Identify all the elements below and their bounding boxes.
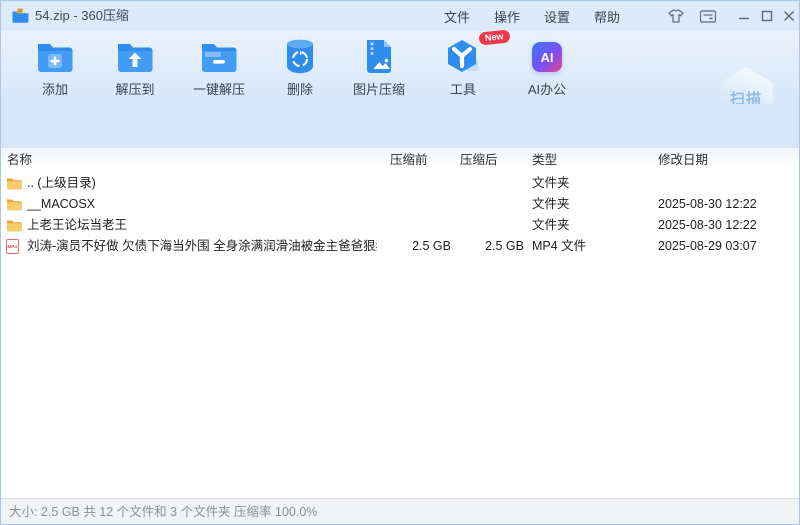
- close-icon: [784, 11, 794, 21]
- new-badge: New: [478, 29, 511, 46]
- modified-date: 2025-08-29 03:07: [658, 239, 757, 253]
- feedback-icon: [699, 9, 717, 23]
- ai-office-button[interactable]: AI AI办公: [513, 35, 581, 99]
- file-list: .. (上级目录) 文件夹 __MACOSX 文件夹 2025-08-30 12…: [1, 173, 799, 498]
- one-click-extract-button[interactable]: 一键解压: [181, 35, 257, 99]
- column-type[interactable]: 类型: [532, 148, 557, 173]
- unpacked-size: [452, 215, 524, 236]
- menu-help[interactable]: 帮助: [594, 7, 620, 26]
- folder-minus-icon: [199, 35, 239, 79]
- statusbar: 大小: 2.5 GB 共 12 个文件和 3 个文件夹 压缩率 100.0%: [1, 498, 799, 524]
- menu-action[interactable]: 操作: [494, 7, 520, 26]
- window-title: 54.zip - 360压缩: [35, 8, 129, 23]
- file-type: MP4 文件: [532, 239, 587, 253]
- file-name: .. (上级目录): [27, 176, 96, 190]
- file-name: 刘涛-演员不好做 欠债下海当外围 全身涂满润滑油被金主爸爸狠狠疼...: [27, 239, 377, 253]
- menu-settings[interactable]: 设置: [544, 7, 570, 26]
- menu-file[interactable]: 文件: [444, 7, 470, 26]
- column-packed-size[interactable]: 压缩前: [390, 148, 428, 173]
- file-type: 文件夹: [532, 218, 570, 232]
- feedback-button[interactable]: [697, 7, 719, 25]
- status-summary: 大小: 2.5 GB 共 12 个文件和 3 个文件夹 压缩率 100.0%: [9, 505, 318, 519]
- table-row-parent-dir[interactable]: .. (上级目录) 文件夹: [1, 173, 799, 194]
- folder-icon: [6, 194, 23, 215]
- mp4-file-icon: MP4: [6, 236, 23, 257]
- modified-date: 2025-08-30 12:22: [658, 218, 757, 232]
- table-row-folder[interactable]: 上老王论坛当老王 文件夹 2025-08-30 12:22: [1, 215, 799, 236]
- folder-icon: [6, 173, 23, 194]
- ai-office-label: AI办公: [527, 82, 567, 97]
- folder-plus-icon: [35, 35, 75, 79]
- ai-icon-label: AI: [540, 49, 554, 65]
- maximize-icon: [761, 10, 773, 22]
- add-button[interactable]: 添加: [23, 35, 87, 99]
- shirt-icon: [668, 9, 684, 23]
- titlebar: 54.zip - 360压缩 文件 操作 设置 帮助: [1, 1, 799, 31]
- theme-skin-button[interactable]: [665, 7, 687, 25]
- file-type: 文件夹: [532, 176, 570, 190]
- file-type: 文件夹: [532, 197, 570, 211]
- delete-label: 删除: [286, 82, 313, 97]
- packed-size: [381, 194, 451, 215]
- column-name[interactable]: 名称: [7, 148, 32, 173]
- tools-hexagon-icon: New: [443, 29, 511, 79]
- column-unpacked-size[interactable]: 压缩后: [460, 148, 498, 173]
- toolbar: 添加 解压到 一键解压 删除 图片压缩 New 工具 AI AI办公 扫描: [1, 29, 799, 129]
- app-window: 54.zip - 360压缩 文件 操作 设置 帮助 添加 解压到 一键解压 删…: [0, 0, 800, 525]
- unpacked-size: [452, 194, 524, 215]
- address-row: 54.zip - 解包大小为 2.5 GB V: [1, 104, 799, 243]
- packed-size: 2.5 GB: [412, 239, 451, 253]
- column-modified-date[interactable]: 修改日期: [658, 148, 708, 173]
- close-button[interactable]: [778, 7, 799, 25]
- maximize-button[interactable]: [756, 7, 778, 25]
- folder-icon: [6, 215, 23, 236]
- table-row-macosx[interactable]: __MACOSX 文件夹 2025-08-30 12:22: [1, 194, 799, 215]
- unpacked-size: [452, 173, 524, 194]
- minimize-icon: [739, 17, 749, 20]
- table-header: 名称 压缩前 压缩后 类型 修改日期: [1, 148, 799, 173]
- delete-button[interactable]: 删除: [269, 35, 331, 99]
- packed-size: [381, 173, 451, 194]
- file-name: __MACOSX: [27, 197, 96, 211]
- image-compress-label: 图片压缩: [352, 82, 405, 97]
- add-label: 添加: [41, 82, 68, 97]
- extract-to-label: 解压到: [115, 82, 155, 97]
- file-name: 上老王论坛当老王: [27, 218, 128, 232]
- unpacked-size: 2.5 GB: [485, 239, 524, 253]
- extract-to-button[interactable]: 解压到: [101, 35, 169, 99]
- modified-date: 2025-08-30 12:22: [658, 197, 757, 211]
- tools-label: 工具: [449, 82, 476, 97]
- menubar: 文件 操作 设置 帮助: [444, 1, 620, 31]
- ai-gradient-icon: AI: [532, 35, 562, 79]
- one-click-extract-label: 一键解压: [192, 82, 245, 97]
- mp4-icon-label: MP4: [7, 243, 18, 250]
- app-icon: [12, 8, 29, 23]
- folder-up-arrow-icon: [115, 35, 155, 79]
- tools-button[interactable]: New 工具: [429, 29, 511, 99]
- image-compress-button[interactable]: 图片压缩: [343, 35, 415, 99]
- minimize-button[interactable]: [733, 7, 755, 25]
- table-row-mp4-file[interactable]: MP4 刘涛-演员不好做 欠债下海当外围 全身涂满润滑油被金主爸爸狠狠疼... …: [1, 236, 799, 257]
- trash-recycle-icon: [283, 35, 317, 79]
- image-document-icon: [363, 35, 395, 79]
- packed-size: [381, 215, 451, 236]
